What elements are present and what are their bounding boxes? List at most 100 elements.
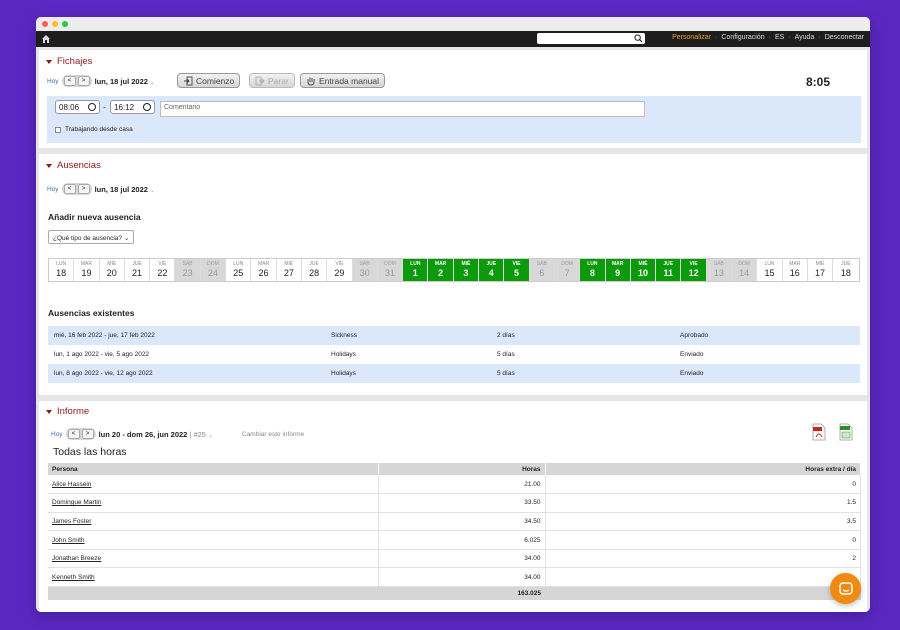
caret-down-icon: ⌄ bbox=[149, 187, 155, 194]
prev-day-button[interactable]: < bbox=[63, 184, 76, 194]
absence-row[interactable]: lun, 1 ago 2022 - vie, 5 ago 2022 Holida… bbox=[48, 345, 860, 364]
work-from-home-checkbox[interactable] bbox=[55, 126, 61, 133]
column-header[interactable]: Horas bbox=[378, 463, 546, 475]
calendar-day[interactable]: SÁB 30 bbox=[352, 259, 378, 281]
column-header[interactable]: Horas extra / día bbox=[545, 463, 861, 475]
chat-launcher-button[interactable] bbox=[830, 573, 861, 604]
calendar-day[interactable]: JUE 11 bbox=[656, 259, 682, 281]
person-link[interactable]: Jonathan Breeze bbox=[52, 555, 101, 562]
calendar-day[interactable]: MAR 2 bbox=[428, 259, 454, 281]
search-icon[interactable] bbox=[634, 34, 643, 43]
start-time-value: 08:06 bbox=[59, 102, 80, 112]
today-link[interactable]: Hoy bbox=[47, 78, 59, 85]
calendar-day[interactable]: MIÉ 27 bbox=[276, 259, 302, 281]
sign-out-icon bbox=[255, 76, 265, 85]
today-link[interactable]: Hoy bbox=[51, 431, 63, 438]
pdf-export-icon[interactable] bbox=[812, 423, 826, 441]
excel-export-icon[interactable] bbox=[839, 423, 853, 441]
calendar-day[interactable]: JUE 21 bbox=[124, 259, 151, 281]
next-week-button[interactable]: > bbox=[81, 429, 94, 439]
change-report-link[interactable]: Cambiar este informe bbox=[242, 431, 304, 438]
calendar-day[interactable]: JUE 4 bbox=[479, 259, 505, 281]
sign-in-icon bbox=[184, 76, 193, 85]
calendar-day[interactable]: SÁB 23 bbox=[175, 259, 201, 281]
next-day-button[interactable]: > bbox=[77, 76, 90, 86]
nav-ayuda[interactable]: Ayuda bbox=[795, 34, 815, 41]
calendar-day[interactable]: VIE 5 bbox=[504, 259, 530, 281]
calendar-day[interactable]: DOM 31 bbox=[377, 259, 404, 281]
prev-day-button[interactable]: < bbox=[63, 76, 76, 86]
calendar-day[interactable]: JUE 18 bbox=[833, 259, 859, 281]
comment-field[interactable]: Comentario bbox=[160, 101, 645, 117]
day-number: 25 bbox=[233, 268, 244, 278]
absence-range: lun, 8 ago 2022 - vie, 12 ago 2022 bbox=[54, 370, 153, 377]
hours-report-table: Persona Horas Horas extra / día Alice Ha… bbox=[48, 463, 861, 600]
person-link[interactable]: Kenneth Smith bbox=[52, 574, 95, 581]
person-link[interactable]: James Foster bbox=[52, 518, 91, 525]
calendar-day[interactable]: MIÉ 10 bbox=[630, 259, 657, 281]
calendar-day[interactable]: MAR 16 bbox=[782, 259, 808, 281]
informe-header[interactable]: Informe bbox=[46, 406, 89, 417]
table-row: John Smith 6.025 0 bbox=[48, 530, 861, 550]
search-input[interactable] bbox=[537, 33, 645, 44]
close-window-button[interactable] bbox=[42, 21, 48, 27]
ausencias-header[interactable]: Ausencias bbox=[46, 160, 101, 171]
calendar-day[interactable]: LUN 15 bbox=[757, 259, 783, 281]
absence-row[interactable]: mié, 16 feb 2022 - jue, 17 feb 2022 Sick… bbox=[48, 326, 860, 345]
prev-week-button[interactable]: < bbox=[67, 429, 80, 439]
calendar-day[interactable]: VIE 22 bbox=[150, 259, 176, 281]
date-selector[interactable]: lun, 18 jul 2022 ⌄ bbox=[92, 77, 158, 86]
calendar-day[interactable]: MAR 19 bbox=[74, 259, 100, 281]
top-navbar: Personalizar · Configuración · ES · Ayud… bbox=[36, 31, 870, 47]
calendar-day[interactable]: MIÉ 3 bbox=[453, 259, 480, 281]
maximize-window-button[interactable] bbox=[62, 21, 68, 27]
nav-configuracion[interactable]: Configuración bbox=[721, 34, 764, 41]
day-number: 14 bbox=[739, 268, 750, 278]
absence-type-select[interactable]: ¿Qué tipo de ausencia? ⌄ bbox=[48, 230, 135, 244]
nav-language[interactable]: ES bbox=[775, 34, 784, 41]
calendar-day[interactable]: JUE 28 bbox=[301, 259, 328, 281]
absence-row[interactable]: lun, 8 ago 2022 - vie, 12 ago 2022 Holid… bbox=[48, 364, 860, 383]
calendar-day[interactable]: MIÉ 20 bbox=[99, 259, 125, 281]
person-link[interactable]: Alice Hassein bbox=[52, 481, 91, 488]
person-link[interactable]: John Smith bbox=[52, 537, 85, 544]
calendar-day[interactable]: LUN 25 bbox=[226, 259, 252, 281]
absence-type: Holidays bbox=[331, 370, 356, 377]
nav-personalizar[interactable]: Personalizar bbox=[672, 34, 711, 41]
calendar-day[interactable]: DOM 24 bbox=[200, 259, 227, 281]
column-header[interactable]: Persona bbox=[48, 463, 379, 475]
end-time-input[interactable]: 16:12 bbox=[110, 100, 155, 114]
calendar-day[interactable]: DOM 14 bbox=[732, 259, 758, 281]
calendar-day[interactable]: LUN 8 bbox=[580, 259, 606, 281]
day-number: 31 bbox=[385, 268, 396, 278]
start-time-input[interactable]: 08:06 bbox=[55, 100, 100, 114]
calendar-day[interactable]: LUN 1 bbox=[403, 259, 429, 281]
fichajes-header[interactable]: Fichajes bbox=[46, 56, 92, 67]
comienzo-button[interactable]: Comienzo bbox=[177, 73, 241, 88]
date-selector[interactable]: lun, 18 jul 2022 ⌄ bbox=[92, 185, 158, 194]
parar-button[interactable]: Parar bbox=[249, 73, 295, 88]
calendar-day[interactable]: DOM 7 bbox=[554, 259, 581, 281]
clock-icon bbox=[88, 103, 96, 111]
day-name: JUE bbox=[841, 261, 851, 267]
next-day-button[interactable]: > bbox=[77, 184, 90, 194]
person-link[interactable]: Domingue Martin bbox=[52, 499, 102, 506]
calendar-day[interactable]: LUN 18 bbox=[49, 259, 75, 281]
calendar-day[interactable]: MIÉ 17 bbox=[807, 259, 834, 281]
calendar-day[interactable]: SÁB 6 bbox=[529, 259, 555, 281]
calendar-day[interactable]: VIE 29 bbox=[327, 259, 353, 281]
today-link[interactable]: Hoy bbox=[47, 186, 59, 193]
home-icon[interactable] bbox=[41, 34, 51, 44]
chat-icon bbox=[838, 581, 853, 595]
nav-desconectar[interactable]: Desconectar bbox=[825, 34, 864, 41]
week-selector[interactable]: lun 20 - dom 26, jun 2022 | #25 ⌄ bbox=[96, 430, 216, 439]
calendar-day[interactable]: VIE 12 bbox=[681, 259, 707, 281]
calendar-day[interactable]: SÁB 13 bbox=[706, 259, 733, 281]
caret-down-icon: ⌄ bbox=[207, 432, 214, 439]
calendar-day[interactable]: MAR 9 bbox=[605, 259, 631, 281]
calendar-day[interactable]: MAR 26 bbox=[251, 259, 277, 281]
day-number: 17 bbox=[815, 268, 826, 278]
minimize-window-button[interactable] bbox=[52, 21, 58, 27]
table-row: Alice Hassein 21.00 0 bbox=[48, 475, 861, 495]
entrada-manual-button[interactable]: Entrada manual bbox=[300, 73, 386, 88]
